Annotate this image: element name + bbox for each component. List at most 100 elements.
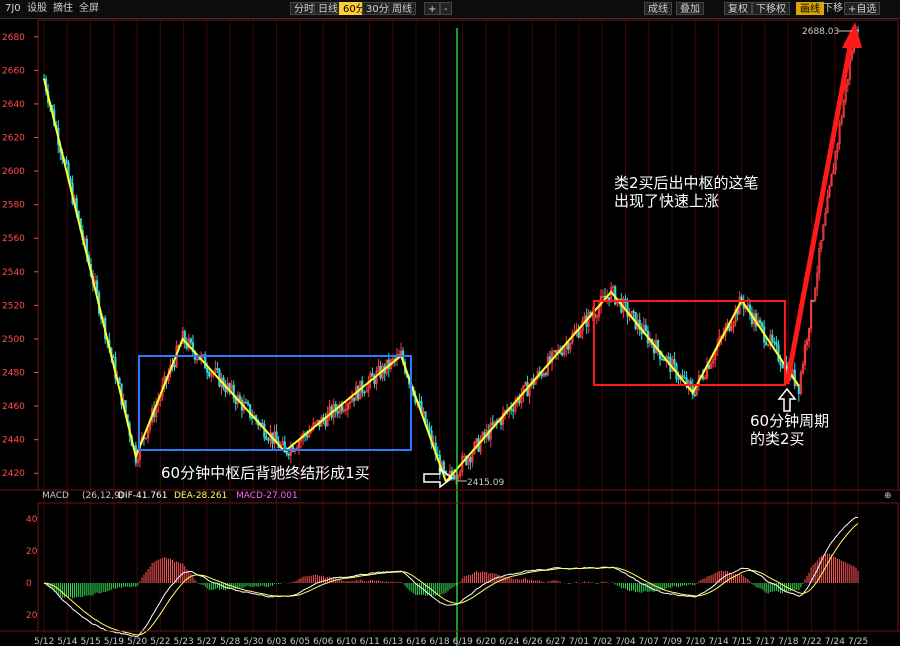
candle-body xyxy=(512,409,515,412)
xaxis-tick-label: 6/27 xyxy=(546,637,566,646)
candle-body xyxy=(418,401,421,403)
kline-chart[interactable]: 2420 2440 2460 2480 2500 2520 2540 2560 2580 2600… xyxy=(0,18,900,646)
candle-body xyxy=(567,342,570,350)
stock-code: 7J0 xyxy=(5,3,21,14)
macd-yaxis-label: 40 xyxy=(26,515,38,525)
rally-arrow-shaft xyxy=(784,35,855,385)
candle-body xyxy=(261,422,264,425)
yaxis-tick-label: 2420 xyxy=(2,469,25,479)
candle-body xyxy=(707,365,711,369)
xaxis-tick-label: 7/17 xyxy=(755,637,775,646)
xaxis-tick-label: 6/10 xyxy=(336,637,356,646)
candle-body xyxy=(661,358,664,361)
macd-collapse-icon[interactable]: ⊕ xyxy=(884,491,892,501)
xaxis-tick-label: 7/09 xyxy=(662,637,682,646)
candle-body xyxy=(287,453,290,456)
candle-body xyxy=(693,394,696,397)
macd-title: MACD xyxy=(42,491,69,501)
candle-body xyxy=(561,352,564,356)
candle-body xyxy=(173,365,176,368)
annotation-first-buy: 60分钟中枢后背驰终结形成1买 xyxy=(161,464,370,482)
candle-body xyxy=(208,371,211,377)
xaxis-tick-label: 6/18 xyxy=(429,637,449,646)
candle-body xyxy=(250,417,254,419)
xaxis-tick-label: 5/19 xyxy=(104,637,124,646)
candle-body xyxy=(244,401,248,404)
candle-body xyxy=(112,355,115,358)
candle-body xyxy=(283,441,286,449)
xaxis-tick-label: 5/20 xyxy=(127,637,147,646)
toolbar-item-set[interactable]: 设股 xyxy=(24,2,50,15)
annotation-second-buy-line1: 60分钟周期 xyxy=(750,412,829,430)
xaxis-tick-label: 6/19 xyxy=(453,637,473,646)
adjust-dropdown[interactable]: 复权 xyxy=(724,2,752,15)
xaxis-tick-label: 7/22 xyxy=(801,637,821,646)
yaxis-tick-label: 2480 xyxy=(2,369,25,379)
macd-yaxis-label: 0 xyxy=(26,579,32,589)
candle-body xyxy=(371,373,374,377)
candle-body xyxy=(265,436,268,440)
candle-body xyxy=(765,341,768,346)
watchlist-button[interactable]: +自选 xyxy=(844,2,881,15)
candle-body xyxy=(306,434,309,438)
indicator-dropdown[interactable]: 成线 xyxy=(644,2,672,15)
xaxis-tick-label: 7/02 xyxy=(592,637,612,646)
macd-dea-label: DEA-28.261 xyxy=(174,491,227,501)
candle-body xyxy=(761,322,764,328)
overlay-dropdown[interactable]: 叠加 xyxy=(676,2,704,15)
zoom-in-button[interactable]: + xyxy=(424,2,441,15)
yaxis-tick-label: 2640 xyxy=(2,100,25,110)
rally-arrow-head xyxy=(842,22,862,48)
macd-yaxis-label: 20 xyxy=(26,547,38,557)
candle-body xyxy=(775,341,778,346)
candle-body xyxy=(773,341,776,344)
candle-body xyxy=(452,474,456,480)
xaxis-tick-label: 7/18 xyxy=(778,637,798,646)
yaxis-tick-label: 2660 xyxy=(2,66,25,76)
xaxis-tick-label: 6/20 xyxy=(476,637,496,646)
macd-panel-frame xyxy=(37,502,899,632)
candle-body xyxy=(267,439,270,441)
xaxis-tick-label: 6/24 xyxy=(499,637,519,646)
toolbar: 7J0 设股 摘住 全屏 分时 日线 60分 30分 周线 + - 成线 叠加 … xyxy=(0,0,900,19)
candle-body xyxy=(673,359,676,365)
max-price-label: 2688.03 xyxy=(802,27,839,37)
zoom-out-button[interactable]: - xyxy=(440,2,452,15)
adjust-down-button[interactable]: 下移权 xyxy=(752,2,790,15)
xaxis-tick-label: 5/28 xyxy=(220,637,240,646)
candle-body xyxy=(228,383,231,390)
toolbar-item-fullscreen[interactable]: 全屏 xyxy=(76,2,102,15)
xaxis-tick-label: 7/07 xyxy=(639,637,659,646)
move-button[interactable]: 下移 xyxy=(820,2,846,15)
candle-body xyxy=(363,391,366,394)
toolbar-item-pick[interactable]: 摘住 xyxy=(50,2,76,15)
candle-body xyxy=(336,410,339,414)
yaxis-tick-label: 2600 xyxy=(2,167,25,177)
xaxis-tick-label: 5/23 xyxy=(174,637,194,646)
min-price-label: 2415.09 xyxy=(467,478,504,488)
xaxis-tick-label: 7/25 xyxy=(848,637,868,646)
yaxis-tick-label: 2620 xyxy=(2,134,25,144)
yaxis-tick-label: 2540 xyxy=(2,268,25,278)
xaxis-tick-label: 5/27 xyxy=(197,637,217,646)
candle-body xyxy=(771,334,774,343)
period-tab-daily[interactable]: 日线 xyxy=(314,2,342,15)
candle-body xyxy=(357,386,360,400)
candle-body xyxy=(812,300,815,302)
period-dropdown[interactable]: 周线 xyxy=(388,2,416,15)
candle-body xyxy=(65,159,68,164)
macd-dif-label: DIF-41.761 xyxy=(118,491,168,501)
candle-body xyxy=(442,461,445,472)
xaxis-tick-label: 6/06 xyxy=(313,637,333,646)
candle-body xyxy=(428,427,431,432)
xaxis-tick-label: 5/30 xyxy=(243,637,263,646)
candle-body xyxy=(667,356,670,359)
macd-value-label: MACD-27.001 xyxy=(236,491,298,501)
xaxis-tick-label: 6/16 xyxy=(406,637,426,646)
candle-body xyxy=(224,387,227,393)
candle-body xyxy=(544,372,547,376)
candle-body xyxy=(238,395,241,401)
yaxis-tick-label: 2580 xyxy=(2,201,25,211)
candle-body xyxy=(856,29,860,32)
xaxis-tick-label: 6/05 xyxy=(290,637,310,646)
